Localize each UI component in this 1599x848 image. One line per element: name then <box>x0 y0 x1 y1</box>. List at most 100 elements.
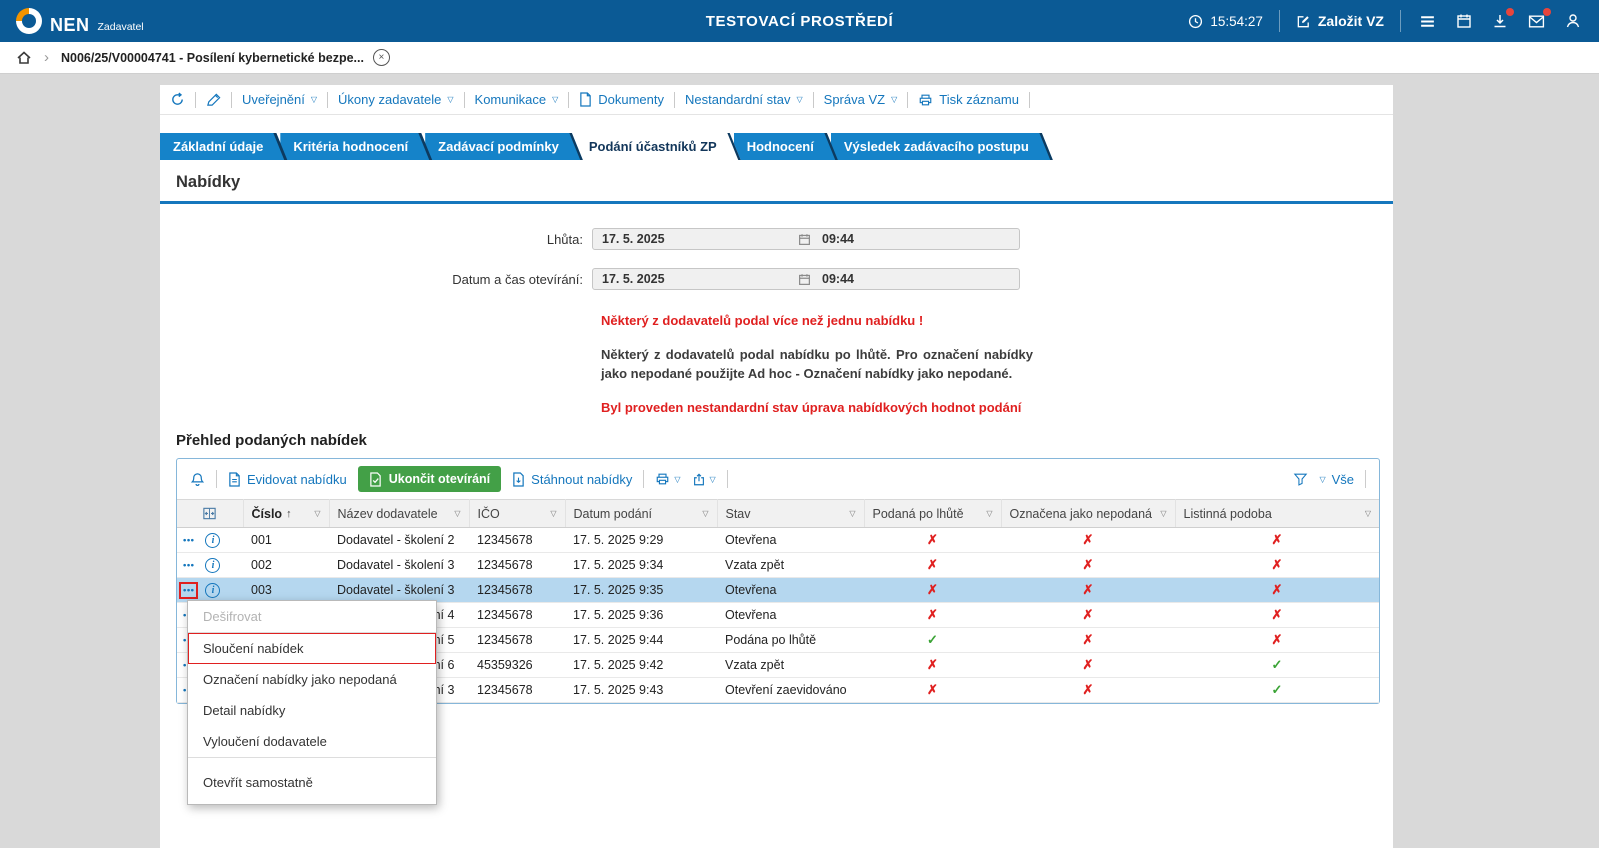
column-header-datum-podani[interactable]: Datum podání▽ <box>565 500 717 528</box>
open-record-tab[interactable]: N006/25/V00004741 - Posílení kybernetick… <box>61 49 390 66</box>
submission-date: 17. 5. 2025 9:36 <box>565 603 717 628</box>
record-toolbar-item-ukony-zadavatele[interactable]: Úkony zadavatele▽ <box>338 92 454 107</box>
export-grid-button[interactable]: ▽ <box>692 472 716 487</box>
record-toolbar-item-komunikace[interactable]: Komunikace▽ <box>475 92 559 107</box>
undo-button[interactable] <box>170 92 185 107</box>
tab-vysledek-zadavaciho-postupu[interactable]: Výsledek zadávacího postupu <box>831 133 1053 160</box>
divider <box>464 92 465 108</box>
create-vz-button[interactable]: Založit VZ <box>1296 13 1384 29</box>
time-value[interactable]: 09:44 <box>811 272 854 286</box>
column-header-podana-po-lhute[interactable]: Podaná po lhůtě▽ <box>864 500 1001 528</box>
funnel-icon <box>1293 472 1308 486</box>
record-toolbar-item-nestandardni-stav[interactable]: Nestandardní stav▽ <box>685 92 803 107</box>
tab-zadavaci-podminky[interactable]: Zadávací podmínky <box>425 133 583 160</box>
filter-caret-icon[interactable]: ▽ <box>702 509 708 518</box>
submission-date: 17. 5. 2025 9:42 <box>565 653 717 678</box>
hamburger-menu-button[interactable] <box>1417 11 1438 32</box>
pencil-icon <box>206 92 221 107</box>
row-controls: ••• i <box>177 553 243 578</box>
divider <box>813 92 814 108</box>
row-menu-button[interactable]: ••• <box>180 533 197 548</box>
view-all-dropdown[interactable]: ▽ Vše <box>1319 472 1354 487</box>
close-record-button[interactable]: × <box>373 49 390 66</box>
divider <box>216 470 217 488</box>
evidovat-nabidku-button[interactable]: Evidovat nabídku <box>228 472 347 487</box>
menu-item-oznaceni-nabidky-jako-nepodana[interactable]: Označení nabídky jako nepodaná <box>188 664 436 695</box>
filter-caret-icon[interactable]: ▽ <box>550 509 556 518</box>
row-menu-button[interactable]: ••• <box>180 558 197 573</box>
sort-asc-icon: ↑ <box>286 508 292 520</box>
cross-icon: ✗ <box>864 678 1001 703</box>
divider <box>727 470 728 488</box>
downloads-button[interactable] <box>1490 11 1510 31</box>
messages-button[interactable] <box>1526 11 1547 32</box>
row-controls: ••• i <box>177 528 243 553</box>
filter-caret-icon[interactable]: ▽ <box>1365 509 1371 518</box>
ico-number: 12345678 <box>469 553 565 578</box>
cross-icon: ✗ <box>1001 628 1175 653</box>
edit-record-button[interactable] <box>206 92 221 107</box>
record-toolbar-item-tisk-zaznamu[interactable]: Tisk záznamu <box>918 92 1019 107</box>
menu-item-slouceni-nabidek[interactable]: Sloučení nabídek <box>188 633 436 664</box>
calendar-small-icon[interactable] <box>798 233 811 246</box>
stahnout-nabidky-button[interactable]: Stáhnout nabídky <box>512 472 632 487</box>
date-value[interactable]: 17. 5. 2025 <box>593 232 798 246</box>
divider <box>1400 10 1401 32</box>
print-grid-button[interactable]: ▽ <box>655 472 680 486</box>
grid-title: Přehled podaných nabídek <box>176 432 1393 449</box>
row-info-button[interactable]: i <box>205 558 220 573</box>
notifications-button[interactable] <box>190 472 205 487</box>
tab-zakladni-udaje[interactable]: Základní údaje <box>160 133 287 160</box>
column-label: Stav <box>726 507 751 521</box>
filter-button[interactable] <box>1293 472 1308 486</box>
menu-item-detail-nabidky[interactable]: Detail nabídky <box>188 695 436 726</box>
user-profile-button[interactable] <box>1563 11 1583 31</box>
form-row: Datum a čas otevírání:17. 5. 202509:44 <box>160 268 1393 290</box>
offer-status: Otevřena <box>717 603 864 628</box>
row-info-button[interactable]: i <box>205 583 220 598</box>
record-toolbar-item-dokumenty[interactable]: Dokumenty <box>579 92 664 107</box>
column-header-oznacena-jako-nepodana[interactable]: Označena jako nepodaná▽ <box>1001 500 1175 528</box>
check-icon: ✓ <box>864 628 1001 653</box>
row-menu-button[interactable]: ••• <box>180 583 197 598</box>
nen-logo-icon <box>16 8 42 34</box>
nen-logo[interactable]: NEN Zadavatel <box>16 8 144 34</box>
calendar-icon <box>1456 13 1472 29</box>
column-header-ico[interactable]: IČO▽ <box>469 500 565 528</box>
offer-number: 001 <box>243 528 329 553</box>
tab-hodnoceni[interactable]: Hodnocení <box>734 133 838 160</box>
filter-caret-icon[interactable]: ▽ <box>986 509 992 518</box>
table-row[interactable]: •••i002Dodavatel - školení 31234567817. … <box>177 553 1379 578</box>
row-info-button[interactable]: i <box>205 533 220 548</box>
check-icon: ✓ <box>1175 653 1379 678</box>
table-row[interactable]: •••i001Dodavatel - školení 21234567817. … <box>177 528 1379 553</box>
filter-caret-icon[interactable]: ▽ <box>1160 509 1166 518</box>
home-button[interactable] <box>16 50 32 66</box>
date-value[interactable]: 17. 5. 2025 <box>593 272 798 286</box>
menu-item-vylouceni-dodavatele[interactable]: Vyloučení dodavatele <box>188 726 436 757</box>
record-toolbar-item-uverejneni[interactable]: Uveřejnění▽ <box>242 92 317 107</box>
column-header-cislo[interactable]: Číslo↑▽ <box>243 500 329 528</box>
calendar-button[interactable] <box>1454 11 1474 31</box>
column-header-listinna-podoba[interactable]: Listinná podoba▽ <box>1175 500 1379 528</box>
tab-podani-ucastniku-zp[interactable]: Podání účastníků ZP <box>576 133 741 160</box>
offer-status: Vzata zpět <box>717 653 864 678</box>
menu-item-otevrit-samostatne[interactable]: Otevřít samostatně <box>188 767 436 798</box>
filter-caret-icon[interactable]: ▽ <box>314 509 320 518</box>
divider <box>568 92 569 108</box>
column-header-stav[interactable]: Stav ▽ <box>717 500 864 528</box>
date-time-field[interactable]: 17. 5. 2025 09:44 <box>592 228 1020 250</box>
ico-number: 12345678 <box>469 528 565 553</box>
column-header-nazev-dodavatele[interactable]: Název dodavatele▽ <box>329 500 469 528</box>
column-settings-header[interactable] <box>177 500 243 528</box>
time-value[interactable]: 09:44 <box>811 232 854 246</box>
record-toolbar: Uveřejnění▽ Úkony zadavatele▽ Komunikace▽ D… <box>160 85 1393 115</box>
date-time-field[interactable]: 17. 5. 2025 09:44 <box>592 268 1020 290</box>
filter-caret-icon[interactable]: ▽ <box>454 509 460 518</box>
tab-kriteria-hodnoceni[interactable]: Kritéria hodnocení <box>280 133 432 160</box>
calendar-small-icon[interactable] <box>798 273 811 286</box>
ukoncit-oteviranni-button[interactable]: Ukončit otevírání <box>358 466 501 492</box>
record-toolbar-item-sprava-vz[interactable]: Správa VZ▽ <box>824 92 898 107</box>
filter-caret-icon[interactable]: ▽ <box>849 509 855 518</box>
caret-down-icon: ▽ <box>447 95 453 104</box>
